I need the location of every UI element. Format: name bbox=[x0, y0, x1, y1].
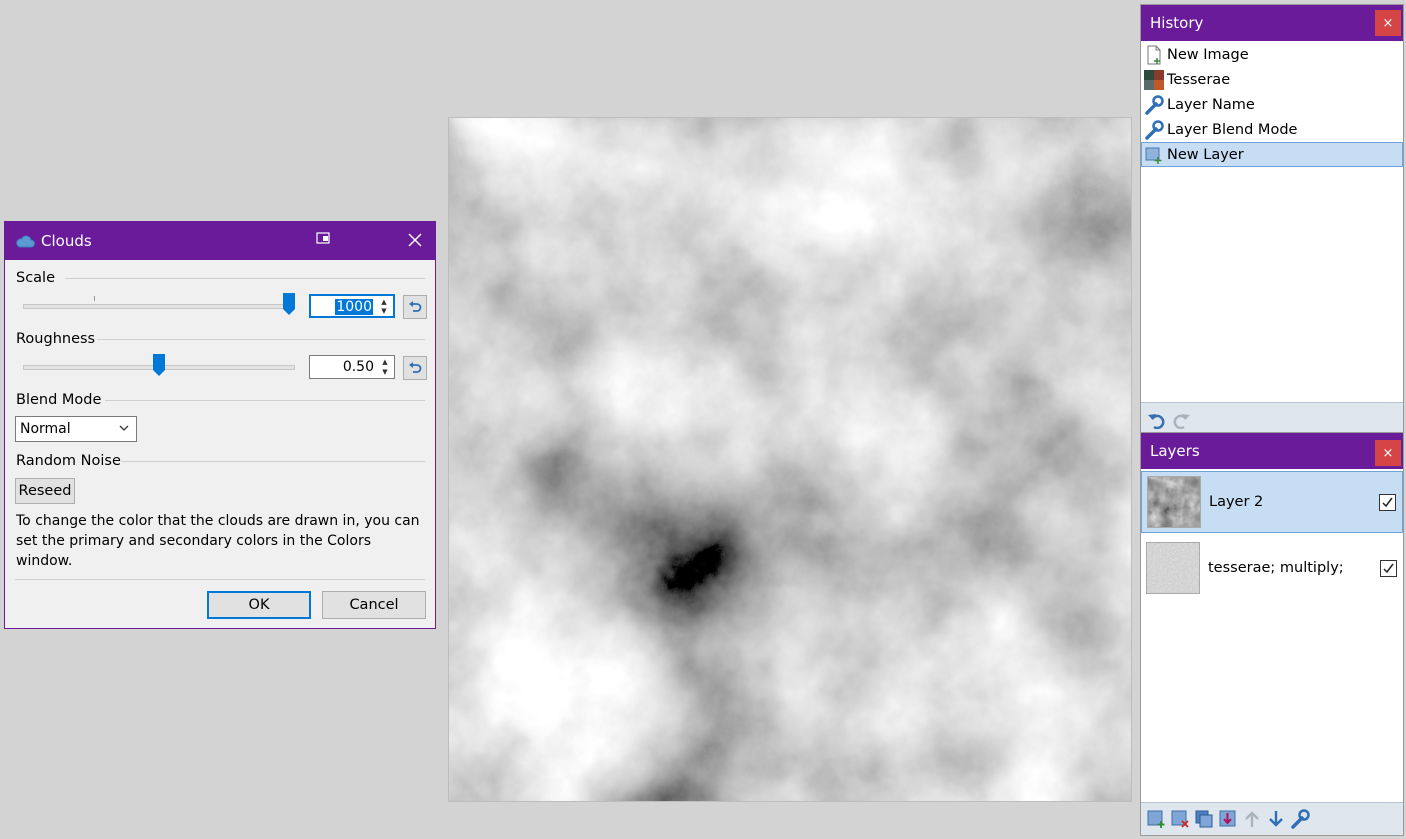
roughness-reset-button[interactable] bbox=[403, 356, 427, 380]
roughness-value: 0.50 bbox=[342, 359, 374, 375]
cancel-button[interactable]: Cancel bbox=[322, 591, 426, 619]
scale-slider-thumb[interactable] bbox=[283, 293, 295, 315]
history-item-new-layer[interactable]: New Layer bbox=[1141, 142, 1403, 167]
blend-mode-divider bbox=[105, 400, 425, 401]
undo-icon[interactable] bbox=[1147, 411, 1167, 433]
add-layer-icon[interactable] bbox=[1145, 808, 1167, 830]
clouds-titlebar[interactable]: Clouds bbox=[5, 222, 435, 260]
layer-thumbnail bbox=[1146, 542, 1200, 594]
redo-icon[interactable] bbox=[1171, 411, 1191, 433]
clouds-description: To change the color that the clouds are … bbox=[16, 513, 420, 569]
layer-row-layer-2[interactable]: Layer 2 bbox=[1141, 471, 1403, 533]
scale-divider bbox=[65, 278, 425, 279]
layers-titlebar[interactable]: Layers × bbox=[1141, 433, 1403, 469]
layer-name: Layer 2 bbox=[1209, 494, 1264, 510]
scale-reset-button[interactable] bbox=[403, 295, 427, 319]
reset-icon bbox=[409, 301, 422, 312]
roughness-label: Roughness bbox=[16, 331, 96, 347]
move-layer-down-icon[interactable] bbox=[1265, 808, 1287, 830]
footer-divider bbox=[15, 579, 425, 580]
layers-panel: Layers × Layer 2 tesserae; multiply; bbox=[1140, 432, 1404, 836]
history-item-layer-name[interactable]: Layer Name bbox=[1141, 92, 1403, 117]
layer-thumbnail bbox=[1147, 476, 1201, 528]
history-toolbar bbox=[1141, 402, 1403, 433]
blend-mode-value: Normal bbox=[20, 421, 71, 437]
layer-visibility-checkbox[interactable] bbox=[1379, 493, 1396, 511]
layers-toolbar bbox=[1141, 802, 1403, 835]
close-icon: × bbox=[1382, 445, 1394, 461]
layers-close-button[interactable]: × bbox=[1375, 440, 1401, 466]
layers-title: Layers bbox=[1150, 442, 1200, 460]
image-canvas[interactable] bbox=[448, 117, 1132, 802]
delete-layer-icon[interactable] bbox=[1169, 808, 1191, 830]
history-panel: History × New Image Tesserae Layer Name bbox=[1140, 4, 1404, 434]
random-noise-divider bbox=[121, 461, 425, 462]
history-item-layer-blend-mode[interactable]: Layer Blend Mode bbox=[1141, 117, 1403, 142]
history-item-new-image[interactable]: New Image bbox=[1141, 42, 1403, 67]
random-noise-label: Random Noise bbox=[16, 453, 121, 469]
scale-slider-tick bbox=[94, 296, 95, 301]
ok-button[interactable]: OK bbox=[207, 591, 311, 619]
new-layer-icon bbox=[1144, 145, 1164, 165]
spin-up-icon[interactable]: ▲ bbox=[376, 297, 392, 306]
spin-up-icon[interactable]: ▲ bbox=[377, 357, 393, 367]
spin-down-icon[interactable]: ▼ bbox=[377, 367, 393, 377]
reset-icon bbox=[409, 362, 422, 373]
scale-value: 1000 bbox=[335, 299, 373, 315]
clouds-dialog: Clouds Scale 1000 ▲ ▼ Roughness 0.50 ▲ ▼ B… bbox=[4, 221, 436, 629]
clouds-dialog-title: Clouds bbox=[41, 232, 92, 250]
check-icon bbox=[1382, 497, 1393, 507]
roughness-input[interactable]: 0.50 ▲ ▼ bbox=[309, 355, 395, 379]
chevron-down-icon bbox=[118, 422, 130, 438]
roughness-slider-thumb[interactable] bbox=[153, 354, 165, 376]
layer-visibility-checkbox[interactable] bbox=[1380, 559, 1397, 577]
history-list: New Image Tesserae Layer Name Layer Blen… bbox=[1141, 42, 1403, 167]
history-title: History bbox=[1150, 14, 1204, 32]
spin-down-icon[interactable]: ▼ bbox=[376, 306, 392, 315]
new-image-icon bbox=[1144, 45, 1164, 65]
wrench-icon bbox=[1144, 119, 1164, 140]
tesserae-icon bbox=[1144, 69, 1164, 90]
scale-input[interactable]: 1000 ▲ ▼ bbox=[309, 294, 395, 318]
blend-mode-label: Blend Mode bbox=[16, 392, 102, 408]
layer-row-tesserae[interactable]: tesserae; multiply; bbox=[1141, 537, 1403, 599]
clouds-icon bbox=[15, 234, 35, 248]
merge-layer-down-icon[interactable] bbox=[1217, 808, 1239, 830]
clouds-image bbox=[449, 118, 1131, 801]
scale-slider-track[interactable] bbox=[23, 304, 295, 309]
duplicate-layer-icon[interactable] bbox=[1193, 808, 1215, 830]
blend-mode-select[interactable]: Normal bbox=[15, 416, 137, 442]
history-item-tesserae[interactable]: Tesserae bbox=[1141, 67, 1403, 92]
close-icon: × bbox=[1382, 15, 1394, 31]
scale-label: Scale bbox=[16, 270, 56, 286]
layer-properties-icon[interactable] bbox=[1289, 808, 1311, 830]
check-icon bbox=[1383, 563, 1394, 573]
reseed-button[interactable]: Reseed bbox=[15, 478, 75, 504]
dock-icon[interactable] bbox=[315, 231, 331, 251]
history-titlebar[interactable]: History × bbox=[1141, 5, 1403, 41]
roughness-divider bbox=[97, 339, 425, 340]
close-icon[interactable] bbox=[408, 233, 422, 251]
move-layer-up-icon[interactable] bbox=[1241, 808, 1263, 830]
wrench-icon bbox=[1144, 94, 1164, 115]
layer-name: tesserae; multiply; bbox=[1208, 560, 1344, 576]
history-close-button[interactable]: × bbox=[1375, 10, 1401, 36]
